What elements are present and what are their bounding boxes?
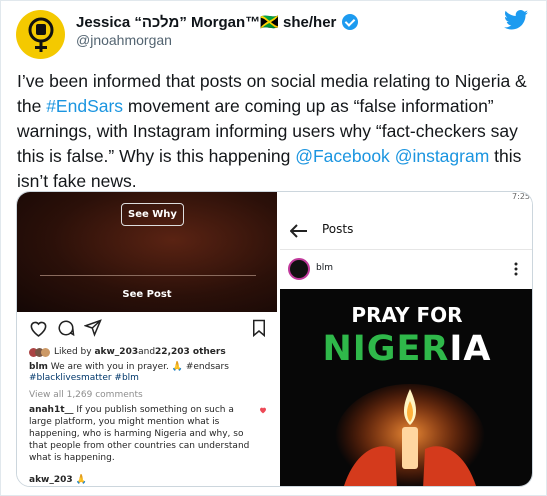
venus-fist-icon (28, 17, 53, 52)
post-caption: blm We are with you in prayer. 🙏 #endsar… (29, 362, 269, 384)
posts-header: Posts (280, 210, 532, 250)
liked-by-row: Liked by akw_203 and 22,203 others (29, 347, 226, 357)
display-name[interactable]: Jessica “מלכה” Morgan™🇯🇲 she/her (76, 13, 359, 31)
liked-and: and (138, 347, 156, 357)
pray-for-nigeria-image[interactable]: PRAY FOR NIGERIA (280, 289, 532, 486)
avatar[interactable] (16, 10, 65, 59)
liked-by-prefix: Liked by (54, 347, 92, 357)
instagram-screenshot-left[interactable]: See Why See Post Liked by akw_203 and 22… (17, 192, 277, 486)
more-vert-icon[interactable] (514, 262, 518, 276)
caption-text: We are with you in prayer. 🙏 #endsars (47, 362, 229, 372)
display-name-text[interactable]: Jessica “מלכה” Morgan™🇯🇲 she/her (76, 13, 336, 31)
instagram-screenshot-right[interactable]: 7:25 Posts blm PRAY FOR NIGERIA (280, 192, 532, 486)
nigeria-text: NIGERIA (280, 329, 532, 369)
post-actions (29, 319, 269, 339)
comment2-text: 🙏 (75, 475, 87, 485)
caption-tags[interactable]: #blacklivesmatter #blm (29, 373, 139, 383)
comment: anah1t__ If you publish something on suc… (29, 404, 254, 464)
caption-user[interactable]: blm (29, 362, 48, 372)
liked-user[interactable]: akw_203 (94, 347, 138, 357)
liker-avatar (41, 347, 50, 357)
nigeria-text-white: IA (449, 329, 492, 369)
back-arrow-icon[interactable] (290, 224, 308, 238)
account-name[interactable]: blm (316, 263, 333, 273)
status-bar: 7:25 (280, 192, 532, 204)
comment-user[interactable]: anah1t__ (29, 405, 74, 415)
mention-instagram-link[interactable]: @instagram (395, 146, 490, 166)
post-author-row: blm (280, 250, 532, 288)
liked-count[interactable]: 22,203 others (155, 347, 226, 357)
comment-icon[interactable] (57, 319, 75, 337)
share-icon[interactable] (84, 319, 102, 337)
tweet-text: I’ve been informed that posts on social … (17, 69, 532, 194)
pray-for-text: PRAY FOR (351, 303, 463, 327)
blm-avatar[interactable] (288, 258, 310, 280)
view-comments-link[interactable]: View all 1,269 comments (29, 390, 143, 400)
see-why-button[interactable]: See Why (121, 203, 184, 226)
twitter-bird-icon[interactable] (504, 10, 528, 30)
heart-icon[interactable] (29, 319, 48, 337)
candle-hands-illustration (335, 384, 485, 486)
status-time: 7:25 (512, 192, 530, 201)
false-info-overlay: See Why See Post (17, 192, 277, 312)
bookmark-icon[interactable] (251, 319, 267, 337)
nigeria-text-green: NIGER (322, 329, 450, 369)
tweet-card: Jessica “מלכה” Morgan™🇯🇲 she/her @jnoahm… (0, 0, 547, 496)
comment-heart-icon[interactable] (259, 406, 267, 414)
comment-2: akw_203 🙏 (29, 475, 87, 485)
see-post-button[interactable]: See Post (17, 289, 277, 300)
overlay-divider (40, 275, 256, 276)
user-handle[interactable]: @jnoahmorgan (76, 32, 172, 48)
hashtag-endsars-link[interactable]: #EndSars (46, 96, 123, 116)
tweet-media[interactable]: See Why See Post Liked by akw_203 and 22… (16, 191, 533, 487)
verified-badge-icon (342, 14, 359, 30)
comment2-user[interactable]: akw_203 (29, 475, 73, 485)
posts-title: Posts (322, 222, 354, 236)
mention-facebook-link[interactable]: @Facebook (295, 146, 390, 166)
